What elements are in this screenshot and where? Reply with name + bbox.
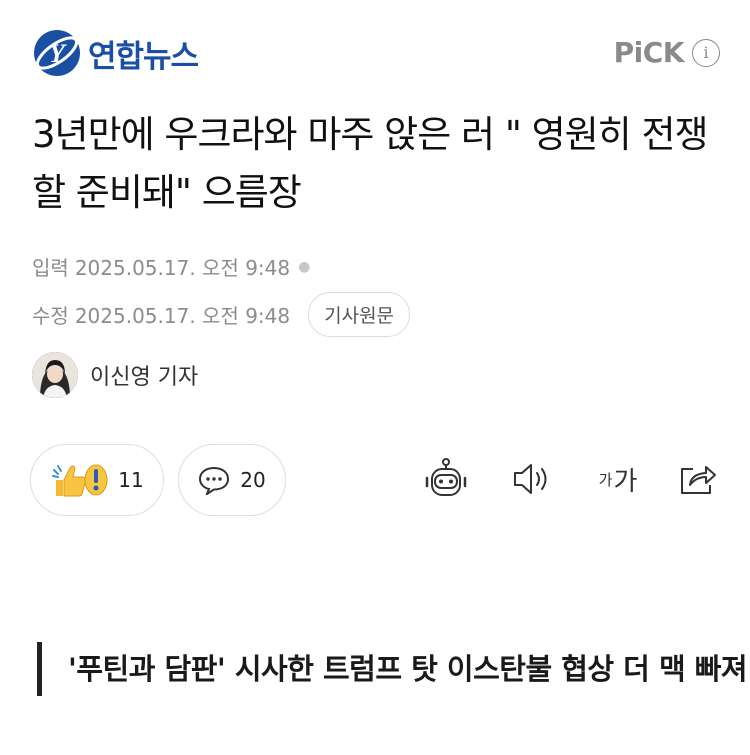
share-icon [681, 466, 716, 494]
brand-name: 연합뉴스 [88, 38, 199, 75]
comment-bubble-icon [199, 466, 230, 495]
speaker-icon [514, 464, 547, 494]
original-article-button[interactable]: 기사원문 [308, 292, 411, 337]
reaction-button[interactable]: 11 [30, 444, 164, 516]
reaction-thumbs-icon [52, 464, 108, 497]
top-bar: Y 연합뉴스 PiCK i [0, 0, 750, 100]
byline[interactable]: 이신영 기자 [32, 352, 198, 398]
comment-button[interactable]: 20 [178, 444, 286, 516]
info-icon[interactable]: i [692, 38, 720, 67]
pick-label: PiCK [613, 36, 685, 69]
comment-count: 20 [240, 468, 266, 492]
ai-summary-button[interactable] [422, 455, 470, 503]
font-size-large: 가 [613, 466, 638, 497]
modified-label: 수정 [32, 304, 69, 328]
input-time: 2025.05.17. 오전 9:48 [74, 256, 291, 280]
author-avatar[interactable] [32, 352, 78, 398]
summary-quote: '푸틴과 담판' 시사한 트럼프 탓 이스탄불 협상 더 맥 빠져 [37, 642, 748, 696]
text-to-speech-button[interactable] [507, 455, 555, 503]
font-size-button[interactable]: 가 가 [590, 455, 646, 503]
input-label: 입력 [32, 256, 69, 280]
ai-bot-icon [425, 458, 467, 496]
modified-date: 수정 2025.05.17. 오전 9:48 기사원문 [32, 292, 411, 337]
input-date: 입력 2025.05.17. 오전 9:48 ● [32, 252, 310, 281]
article-headline: 3년만에 우크라와 마주 앉은 러 " 영원히 전쟁할 준비돼" 으름장 [32, 113, 709, 214]
share-button[interactable] [673, 455, 721, 503]
brand-logo[interactable]: Y 연합뉴스 [32, 28, 199, 78]
author-name[interactable]: 이신영 기자 [90, 359, 198, 391]
pick-badge[interactable]: PiCK i [614, 36, 720, 69]
summary-quote-text: '푸틴과 담판' 시사한 트럼프 탓 이스탄불 협상 더 맥 빠져 [68, 652, 748, 686]
font-size-small: 가 [598, 470, 613, 489]
reaction-count: 11 [118, 468, 144, 492]
separator-dot: ● [298, 258, 311, 275]
yonhap-logo-icon: Y [34, 30, 80, 76]
svg-text:Y: Y [49, 39, 67, 68]
modified-time: 2025.05.17. 오전 9:48 [74, 304, 291, 328]
author-photo-icon [32, 352, 78, 398]
